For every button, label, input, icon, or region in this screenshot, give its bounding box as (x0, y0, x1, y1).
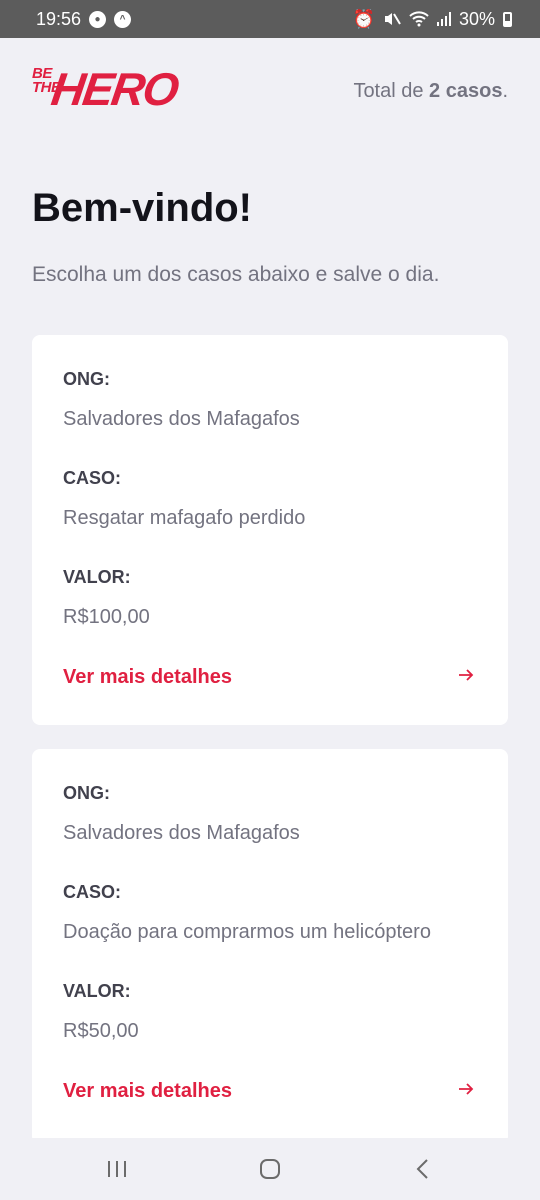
caso-value: Resgatar mafagafo perdido (63, 507, 306, 529)
mute-icon (383, 11, 401, 27)
valor-label: VALOR: (63, 981, 131, 1001)
page-title: Bem-vindo! (32, 186, 252, 230)
back-icon[interactable] (415, 1158, 431, 1180)
recent-apps-button[interactable] (87, 1149, 147, 1189)
arrow-right-icon[interactable] (457, 666, 475, 689)
page-subtitle: Escolha um dos casos abaixo e salve o di… (32, 263, 440, 286)
wifi-icon (409, 11, 429, 27)
details-label[interactable]: Ver mais detalhes (63, 1080, 232, 1103)
record-icon: ● (89, 10, 107, 28)
signal-icon (436, 12, 451, 26)
details-label[interactable]: Ver mais detalhes (63, 666, 232, 689)
arrow-right-icon[interactable] (457, 1080, 475, 1103)
incident-card: ONG: Salvadores dos Mafagafos CASO: Resg… (32, 335, 508, 725)
valor-value: R$100,00 (63, 606, 150, 628)
valor-value: R$50,00 (63, 1020, 139, 1042)
navigation-bar (0, 1138, 540, 1200)
be-the-hero-logo: BE THE HERO (32, 63, 181, 119)
battery-icon (503, 11, 512, 27)
total-prefix: Total de (353, 79, 430, 102)
caso-label: CASO: (63, 882, 121, 902)
back-button[interactable] (393, 1149, 453, 1189)
alarm-icon: ⏰ (352, 8, 375, 29)
total-suffix: . (502, 79, 508, 102)
total-cases: Total de 2 casos. (353, 80, 508, 103)
valor-label: VALOR: (63, 567, 131, 587)
home-icon[interactable] (259, 1158, 281, 1180)
ong-label: ONG: (63, 783, 110, 803)
ong-value: Salvadores dos Mafagafos (63, 822, 300, 844)
header: BE THE HERO Total de 2 casos. (32, 62, 508, 120)
battery-level: 30% (458, 8, 495, 29)
details-button[interactable]: Ver mais detalhes (63, 1080, 477, 1103)
ong-value: Salvadores dos Mafagafos (63, 408, 300, 430)
status-time: 19:56 (36, 8, 82, 29)
caso-label: CASO: (63, 468, 121, 488)
details-button[interactable]: Ver mais detalhes (63, 666, 477, 689)
logo-main-text: HERO (48, 63, 181, 115)
app-notification-icon: ^ (114, 10, 132, 28)
caso-value: Doação para comprarmos um helicóptero (63, 921, 431, 943)
total-count: 2 casos (429, 79, 503, 102)
ong-label: ONG: (63, 369, 110, 389)
recent-apps-icon[interactable] (106, 1159, 128, 1179)
incident-card: ONG: Salvadores dos Mafagafos CASO: Doaç… (32, 749, 508, 1144)
home-button[interactable] (240, 1149, 300, 1189)
status-bar: 19:56 ● ^ ⏰ 30% (0, 0, 540, 38)
